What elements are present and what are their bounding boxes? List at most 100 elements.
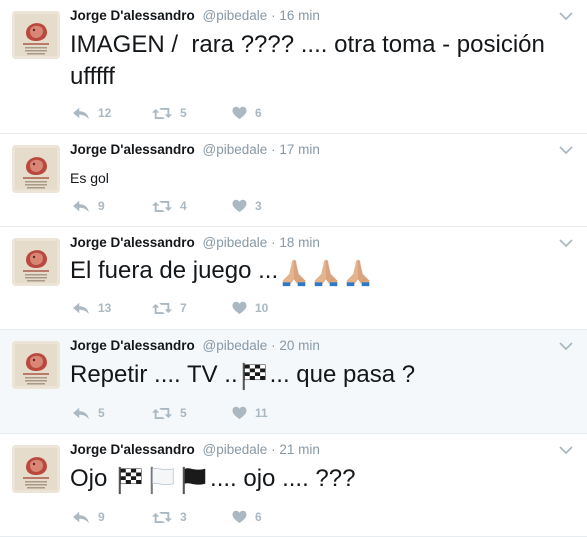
- like-count: 10: [255, 301, 269, 315]
- like-button[interactable]: 6: [232, 510, 312, 524]
- reply-button[interactable]: 13: [72, 301, 152, 315]
- reply-icon: [72, 510, 90, 524]
- like-button[interactable]: 10: [232, 301, 312, 315]
- retweet-icon: [152, 106, 172, 121]
- tweet-actions: 5 5 11: [72, 404, 312, 422]
- reply-count: 5: [98, 406, 105, 420]
- chevron-down-icon[interactable]: [559, 11, 573, 21]
- tweet-actions: 13 7 10: [72, 299, 312, 317]
- tweet-text: El fuera de juego ...: [70, 255, 567, 287]
- tweet-text-content: El fuera de juego ...: [70, 257, 279, 284]
- heart-icon: [232, 406, 247, 420]
- folded-hands-emoji: [279, 257, 309, 287]
- username[interactable]: @pibedale: [203, 142, 268, 157]
- heart-icon: [232, 199, 247, 213]
- timestamp[interactable]: 20 min: [279, 338, 320, 353]
- tweet-text: Repetir .... TV .. ... que pasa ?: [70, 359, 567, 391]
- like-count: 3: [255, 199, 262, 213]
- tweet[interactable]: Jorge D'alessandro @pibedale · 21 min Oj…: [0, 434, 587, 537]
- timestamp[interactable]: 18 min: [279, 235, 320, 250]
- retweet-icon: [152, 301, 172, 316]
- reply-button[interactable]: 12: [72, 106, 152, 120]
- tweet-text: Ojo .... ojo .... ???: [70, 463, 567, 495]
- heart-icon: [232, 301, 247, 315]
- tweet[interactable]: Jorge D'alessandro @pibedale · 16 min IM…: [0, 0, 587, 134]
- tweet-text-after: .... ojo .... ???: [210, 465, 356, 492]
- retweet-icon: [152, 406, 172, 421]
- chevron-down-icon[interactable]: [559, 145, 573, 155]
- fullname[interactable]: Jorge D'alessandro: [70, 142, 195, 157]
- black-flag-emoji: [179, 465, 209, 495]
- like-button[interactable]: 11: [232, 406, 312, 420]
- retweet-count: 7: [180, 301, 187, 315]
- retweet-count: 4: [180, 199, 187, 213]
- heart-icon: [232, 510, 247, 524]
- reply-icon: [72, 406, 90, 420]
- like-count: 11: [255, 406, 268, 420]
- retweet-button[interactable]: 3: [152, 510, 232, 525]
- retweet-count: 3: [180, 510, 187, 524]
- heart-icon: [232, 106, 247, 120]
- like-count: 6: [255, 510, 262, 524]
- username[interactable]: @pibedale: [203, 338, 268, 353]
- reply-button[interactable]: 9: [72, 510, 152, 524]
- like-button[interactable]: 3: [232, 199, 312, 213]
- username[interactable]: @pibedale: [203, 442, 268, 457]
- tweet-header: Jorge D'alessandro @pibedale · 21 min: [70, 442, 320, 457]
- chevron-down-icon[interactable]: [559, 445, 573, 455]
- timestamp[interactable]: 21 min: [279, 442, 320, 457]
- tweet-text: IMAGEN / rara ???? .... otra toma - posi…: [70, 31, 552, 90]
- tweet[interactable]: Jorge D'alessandro @pibedale · 20 min Re…: [0, 330, 587, 434]
- tweet[interactable]: Jorge D'alessandro @pibedale · 17 min Es…: [0, 134, 587, 227]
- tweet-text-after: ... que pasa ?: [269, 361, 416, 388]
- chevron-down-icon[interactable]: [559, 238, 573, 248]
- separator-dot: ·: [271, 142, 276, 157]
- tweet-header: Jorge D'alessandro @pibedale · 17 min: [70, 142, 320, 157]
- white-flag-emoji: [147, 465, 177, 495]
- reply-count: 9: [98, 510, 105, 524]
- tweet-text-before: Ojo: [70, 465, 108, 492]
- reply-button[interactable]: 9: [72, 199, 152, 213]
- tweet-header: Jorge D'alessandro @pibedale · 18 min: [70, 235, 320, 250]
- retweet-button[interactable]: 5: [152, 406, 232, 421]
- retweet-icon: [152, 510, 172, 525]
- fullname[interactable]: Jorge D'alessandro: [70, 442, 195, 457]
- fullname[interactable]: Jorge D'alessandro: [70, 338, 195, 353]
- chevron-down-icon[interactable]: [559, 341, 573, 351]
- avatar[interactable]: [12, 11, 60, 59]
- tweet[interactable]: Jorge D'alessandro @pibedale · 18 min El…: [0, 227, 587, 330]
- timestamp[interactable]: 17 min: [279, 142, 320, 157]
- avatar[interactable]: [12, 341, 60, 389]
- tweet-actions: 9 3 6: [72, 508, 312, 526]
- reply-count: 12: [98, 106, 112, 120]
- tweet-text-before: Repetir .... TV ..: [70, 361, 238, 388]
- reply-icon: [72, 301, 90, 315]
- retweet-button[interactable]: 4: [152, 199, 232, 214]
- folded-hands-emoji: [311, 257, 341, 287]
- fullname[interactable]: Jorge D'alessandro: [70, 8, 195, 23]
- fullname[interactable]: Jorge D'alessandro: [70, 235, 195, 250]
- retweet-count: 5: [180, 106, 187, 120]
- avatar[interactable]: [12, 238, 60, 286]
- separator-dot: ·: [271, 235, 276, 250]
- avatar[interactable]: [12, 445, 60, 493]
- like-button[interactable]: 6: [232, 106, 312, 120]
- username[interactable]: @pibedale: [203, 8, 268, 23]
- folded-hands-emoji: [343, 257, 373, 287]
- tweet-header: Jorge D'alessandro @pibedale · 16 min: [70, 8, 320, 23]
- username[interactable]: @pibedale: [203, 235, 268, 250]
- retweet-button[interactable]: 5: [152, 106, 232, 121]
- checkered-flag-emoji: [239, 361, 269, 391]
- reply-count: 13: [98, 301, 112, 315]
- retweet-icon: [152, 199, 172, 214]
- timestamp[interactable]: 16 min: [279, 8, 320, 23]
- timeline: Jorge D'alessandro @pibedale · 16 min IM…: [0, 0, 587, 537]
- like-count: 6: [255, 106, 262, 120]
- tweet-actions: 9 4 3: [72, 197, 312, 215]
- retweet-button[interactable]: 7: [152, 301, 232, 316]
- avatar[interactable]: [12, 145, 60, 193]
- tweet-actions: 12 5 6: [72, 104, 312, 122]
- reply-button[interactable]: 5: [72, 406, 152, 420]
- checkered-flag-emoji: [115, 465, 145, 495]
- separator-dot: ·: [271, 442, 276, 457]
